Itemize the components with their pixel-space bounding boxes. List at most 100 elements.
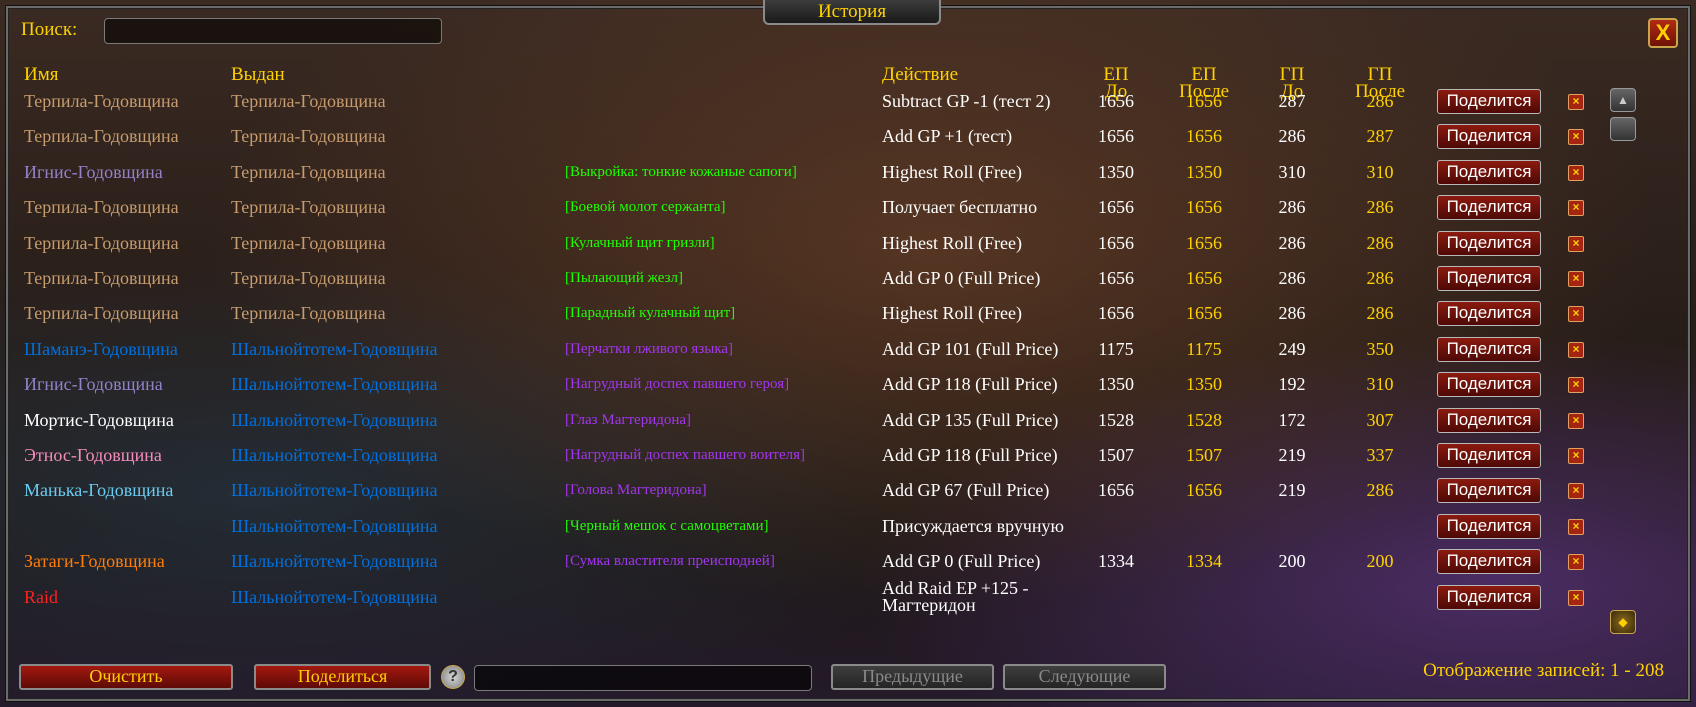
row-given-by: Терпила-Годовщина [231,161,386,182]
row-ep-before [1076,580,1156,615]
row-player-name: Затаги-Годовщина [24,551,165,572]
delete-icon[interactable]: × [1568,94,1584,110]
row-gp-before [1252,509,1332,544]
delete-icon[interactable]: × [1568,448,1584,464]
close-icon: X [1655,20,1671,45]
search-input[interactable] [104,18,442,44]
row-ep-before [1076,509,1156,544]
header-name: Имя [24,64,59,85]
row-gp-before: 172 [1278,409,1306,430]
row-player-name: Шаманэ-Годовщина [24,338,178,359]
row-action: Получает бесплатно [882,197,1038,218]
row-share-button[interactable]: Поделится [1437,336,1541,362]
prev-page-button[interactable]: Предыдущие [831,664,994,690]
delete-icon[interactable]: × [1568,554,1584,571]
delete-icon[interactable]: × [1568,164,1584,181]
row-ep-after: 1656 [1186,232,1222,253]
search-label: Поиск: [21,19,78,40]
row-ep-after: 1656 [1186,303,1222,324]
table-row: Игнис-Годовщина Шальнойтотем-Годовщина [На… [0,367,1696,402]
row-item-link[interactable]: [Сумка властителя преисподней] [565,544,775,579]
table-row: Мортис-Годовщина Шальнойтотем-Годовщина [Г… [0,403,1696,438]
row-share-button[interactable]: Поделится [1437,124,1541,150]
row-share-button[interactable]: Поделится [1437,159,1541,185]
row-player-name: Терпила-Годовщина [24,126,179,147]
row-ep-after: 1656 [1186,268,1222,288]
row-gp-before: 192 [1278,374,1306,395]
row-player-name: Манька-Годовщина [24,480,174,501]
row-item-link[interactable]: [Кулачный щит гризли] [565,226,715,261]
row-item-link[interactable]: [Голова Магтеридона] [565,473,707,508]
row-gp-before: 287 [1278,91,1306,111]
row-player-name: Терпила-Годовщина [24,91,179,111]
help-icon[interactable]: ? [441,665,465,689]
delete-icon[interactable]: × [1568,306,1584,323]
delete-icon[interactable]: × [1568,129,1584,146]
row-given-by: Шальнойтотем-Годовщина [231,445,438,465]
delete-icon[interactable]: × [1568,483,1584,500]
row-player-name: Терпила-Годовщина [24,197,179,218]
row-share-button[interactable]: Поделится [1437,266,1541,291]
row-share-button[interactable]: Поделится [1437,301,1541,327]
row-ep-before: 1528 [1098,409,1134,430]
row-share-button[interactable]: Поделится [1437,584,1541,610]
next-page-button[interactable]: Следующие [1003,664,1166,690]
row-item-link[interactable]: [Парадный кулачный щит] [565,296,735,331]
row-item-link[interactable]: [Боевой молот сержанта] [565,190,726,225]
row-gp-before: 200 [1278,551,1306,572]
row-item-link[interactable]: [Глаз Магтеридона] [565,403,691,438]
row-share-button[interactable]: Поделится [1437,230,1541,256]
row-share-button[interactable]: Поделится [1437,372,1541,398]
row-item-link[interactable]: [Черный мешок с самоцветами] [565,509,769,544]
row-ep-before: 1656 [1098,268,1134,288]
row-item-link[interactable]: [Нагрудный доспех павшего воителя] [565,438,805,473]
share-target-input[interactable] [474,665,812,691]
table-row: Этнос-Годовщина Шальнойтотем-Годовщина [На… [0,438,1696,473]
row-action: Highest Roll (Free) [882,161,1022,182]
row-ep-after: 1507 [1186,445,1222,465]
row-gp-after [1340,509,1420,544]
clear-button[interactable]: Очистить [19,664,233,690]
row-player-name: Терпила-Годовщина [24,232,179,253]
share-all-button[interactable]: Поделиться [254,664,431,690]
row-given-by: Терпила-Годовщина [231,232,386,253]
close-button[interactable]: X [1648,18,1678,48]
window-title: История [763,0,941,25]
row-action: Add GP 135 (Full Price) [882,409,1059,430]
delete-icon[interactable]: × [1568,377,1584,394]
row-share-button[interactable]: Поделится [1437,407,1541,433]
row-action: Add GP +1 (тест) [882,126,1013,147]
delete-icon[interactable]: × [1568,200,1584,217]
row-gp-after: 337 [1366,445,1394,465]
row-ep-after: 1656 [1186,480,1222,501]
row-action: Add GP 101 (Full Price) [882,338,1059,359]
row-share-button[interactable]: Поделится [1437,89,1541,114]
row-gp-after: 310 [1366,374,1394,395]
delete-icon[interactable]: × [1568,412,1584,429]
row-item-link[interactable]: [Перчатки лживого языка] [565,332,733,367]
delete-icon[interactable]: × [1568,518,1584,535]
row-gp-before [1252,580,1332,615]
row-ep-before: 1656 [1098,91,1134,111]
row-share-button[interactable]: Поделится [1437,549,1541,575]
delete-icon[interactable]: × [1568,341,1584,358]
row-gp-after: 286 [1366,91,1394,111]
row-share-button[interactable]: Поделится [1437,195,1541,221]
row-share-button[interactable]: Поделится [1437,443,1541,468]
row-item-link[interactable]: [Выкройка: тонкие кожаные сапоги] [565,155,797,190]
row-player-name: Игнис-Годовщина [24,161,163,182]
row-gp-before: 286 [1278,197,1306,218]
row-item-link[interactable]: [Нагрудный доспех павшего героя] [565,367,789,402]
row-gp-before: 249 [1278,338,1306,359]
row-item-link[interactable]: [Пылающий жезл] [565,261,683,296]
delete-icon[interactable]: × [1568,235,1584,252]
delete-icon[interactable]: × [1568,589,1584,606]
row-share-button[interactable]: Поделится [1437,513,1541,539]
row-ep-after: 1656 [1186,91,1222,111]
row-action: Highest Roll (Free) [882,232,1022,253]
delete-icon[interactable]: × [1568,271,1584,287]
row-gp-after: 350 [1366,338,1394,359]
row-gp-after: 286 [1366,480,1394,501]
row-ep-before: 1656 [1098,232,1134,253]
row-share-button[interactable]: Поделится [1437,478,1541,504]
